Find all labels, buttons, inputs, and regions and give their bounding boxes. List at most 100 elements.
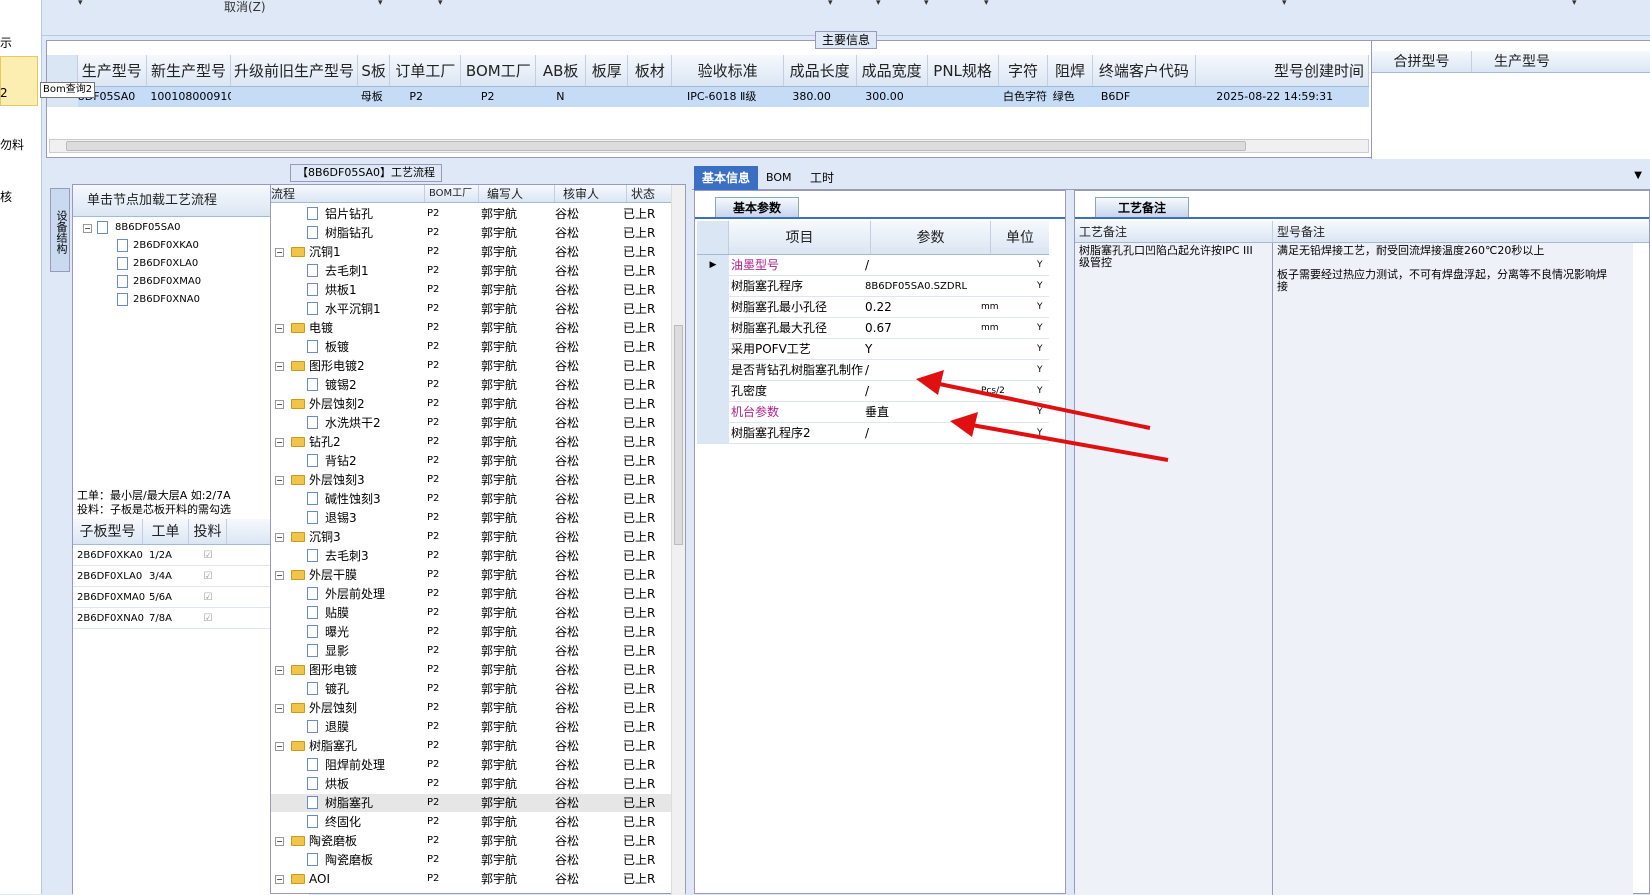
column-header[interactable]: 新生产型号 bbox=[147, 55, 232, 86]
column-header[interactable]: 工单 bbox=[143, 519, 189, 544]
chevron-down-icon[interactable]: ▾ bbox=[828, 0, 833, 8]
process-row[interactable]: − AOI P2 郭宇航 谷松 已上R bbox=[271, 870, 671, 888]
column-header[interactable]: 子板型号 bbox=[73, 519, 143, 544]
chevron-down-icon[interactable]: ▾ bbox=[378, 0, 383, 8]
process-row[interactable]: − 沉铜1 P2 郭宇航 谷松 已上R bbox=[271, 243, 671, 261]
process-row[interactable]: − 外层蚀刻 P2 郭宇航 谷松 已上R bbox=[271, 699, 671, 717]
chevron-down-icon[interactable]: ▾ bbox=[984, 0, 989, 8]
collapse-icon[interactable]: − bbox=[275, 875, 284, 884]
param-row[interactable]: ▶ 油墨型号 / Y bbox=[697, 255, 1049, 276]
column-header[interactable]: 参数 bbox=[871, 221, 991, 254]
left-nav-item[interactable]: 勿料 bbox=[0, 136, 24, 153]
collapse-icon[interactable]: − bbox=[275, 571, 284, 580]
column-header[interactable]: 单位 bbox=[991, 221, 1049, 254]
process-row[interactable]: − 沉铜3 P2 郭宇航 谷松 已上R bbox=[271, 528, 671, 546]
collapse-icon[interactable]: − bbox=[275, 248, 284, 257]
horizontal-scrollbar[interactable] bbox=[49, 139, 1369, 153]
param-row[interactable]: 树脂塞孔程序2 / Y bbox=[697, 423, 1049, 444]
cell[interactable]: 300.00 bbox=[857, 87, 928, 107]
process-row[interactable]: 碱性蚀刻3 P2 郭宇航 谷松 已上R bbox=[271, 490, 671, 508]
process-row[interactable]: − 钻孔2 P2 郭宇航 谷松 已上R bbox=[271, 433, 671, 451]
process-row[interactable]: 水平沉铜1 P2 郭宇航 谷松 已上R bbox=[271, 300, 671, 318]
column-header[interactable]: 成品长度 bbox=[784, 55, 857, 86]
param-row[interactable]: 树脂塞孔最小孔径 0.22 mm Y bbox=[697, 297, 1049, 318]
cell[interactable]: 母板 bbox=[357, 87, 390, 107]
process-row[interactable]: 树脂钻孔 P2 郭宇航 谷松 已上R bbox=[271, 224, 671, 242]
cell[interactable]: 白色字符 bbox=[999, 87, 1049, 107]
param-row[interactable]: 树脂塞孔程序 8B6DF05SA0.SZDRL Y bbox=[697, 276, 1049, 297]
column-header[interactable]: BOM工厂 bbox=[425, 185, 479, 202]
collapse-icon[interactable]: − bbox=[275, 704, 284, 713]
left-nav-item[interactable]: 2 bbox=[0, 86, 8, 100]
collapse-icon[interactable]: − bbox=[275, 362, 284, 371]
process-note-cell[interactable]: 树脂塞孔孔口凹陷凸起允许按IPC III级管控 bbox=[1075, 243, 1273, 895]
tab-process-remarks[interactable]: 工艺备注 bbox=[1095, 197, 1189, 217]
param-row[interactable]: 树脂塞孔最大孔径 0.67 mm Y bbox=[697, 318, 1049, 339]
left-nav-item[interactable]: 示 bbox=[0, 34, 12, 51]
cell[interactable]: 2025-08-22 14:59:31 bbox=[1196, 87, 1369, 107]
process-row[interactable]: 显影 P2 郭宇航 谷松 已上R bbox=[271, 642, 671, 660]
chevron-down-icon[interactable]: ▾ bbox=[924, 0, 929, 8]
model-note-cell[interactable]: 满足无铅焊接工艺，耐受回流焊接温度260℃20秒以上 板子需要经过热应力测试，不… bbox=[1273, 243, 1633, 895]
column-header[interactable]: AB板 bbox=[536, 55, 587, 86]
scrollbar-thumb[interactable] bbox=[674, 325, 683, 545]
process-row[interactable]: 烘板1 P2 郭宇航 谷松 已上R bbox=[271, 281, 671, 299]
tab-device-structure[interactable]: 设备结构 bbox=[50, 188, 70, 272]
process-row[interactable]: − 陶瓷磨板 P2 郭宇航 谷松 已上R bbox=[271, 832, 671, 850]
cell[interactable] bbox=[928, 87, 999, 107]
column-header[interactable]: 阻焊 bbox=[1048, 55, 1093, 86]
process-row[interactable]: − 图形电镀 P2 郭宇航 谷松 已上R bbox=[271, 661, 671, 679]
collapse-icon[interactable]: − bbox=[275, 837, 284, 846]
cell[interactable]: IPC-6018 Ⅱ级 bbox=[673, 87, 784, 107]
collapse-icon[interactable]: − bbox=[275, 400, 284, 409]
process-row[interactable]: 铝片钻孔 P2 郭宇航 谷松 已上R bbox=[271, 205, 671, 223]
column-header[interactable]: 投料 bbox=[189, 519, 227, 544]
column-header[interactable]: 成品宽度 bbox=[857, 55, 928, 86]
process-row[interactable]: 烘板 P2 郭宇航 谷松 已上R bbox=[271, 775, 671, 793]
process-row[interactable]: − 外层干膜 P2 郭宇航 谷松 已上R bbox=[271, 566, 671, 584]
cancel-button[interactable]: 取消(Z) bbox=[224, 0, 266, 15]
checkbox[interactable]: ☑ bbox=[189, 587, 227, 607]
column-header[interactable]: 核审人 bbox=[555, 185, 627, 202]
tab-basic-params[interactable]: 基本参数 bbox=[715, 197, 799, 217]
column-header[interactable]: 状态 bbox=[627, 185, 671, 202]
process-row[interactable]: − 树脂塞孔 P2 郭宇航 谷松 已上R bbox=[271, 737, 671, 755]
column-header[interactable]: 工艺备注 bbox=[1075, 221, 1273, 242]
process-row[interactable]: 退膜 P2 郭宇航 谷松 已上R bbox=[271, 718, 671, 736]
process-row[interactable]: 退锡3 P2 郭宇航 谷松 已上R bbox=[271, 509, 671, 527]
chevron-down-icon[interactable]: ▾ bbox=[438, 0, 443, 8]
param-row[interactable]: 采用POFV工艺 Y Y bbox=[697, 339, 1049, 360]
param-row[interactable]: 机台参数 垂直 Y bbox=[697, 402, 1049, 423]
column-header[interactable]: 板厚 bbox=[586, 55, 629, 86]
column-header[interactable]: S板 bbox=[358, 55, 391, 86]
chevron-down-icon[interactable]: ▾ bbox=[876, 0, 881, 8]
collapse-icon[interactable]: − bbox=[83, 224, 92, 233]
process-row[interactable]: 陶瓷磨板 P2 郭宇航 谷松 已上R bbox=[271, 851, 671, 869]
column-header[interactable]: 型号备注 bbox=[1273, 221, 1633, 242]
chevron-down-icon[interactable]: ▾ bbox=[78, 0, 83, 8]
vertical-scrollbar[interactable] bbox=[671, 185, 685, 895]
cell[interactable] bbox=[231, 87, 357, 107]
checkbox[interactable]: ☑ bbox=[189, 545, 227, 565]
column-header[interactable]: 字符 bbox=[999, 55, 1049, 86]
process-row[interactable]: 水洗烘干2 P2 郭宇航 谷松 已上R bbox=[271, 414, 671, 432]
cell[interactable] bbox=[587, 87, 629, 107]
process-row[interactable]: − 外层蚀刻3 P2 郭宇航 谷松 已上R bbox=[271, 471, 671, 489]
chevron-down-icon[interactable]: ▾ bbox=[1282, 0, 1287, 8]
cell[interactable]: P2 bbox=[389, 87, 461, 107]
process-row[interactable]: 外层前处理 P2 郭宇航 谷松 已上R bbox=[271, 585, 671, 603]
process-row[interactable]: 镀锡2 P2 郭宇航 谷松 已上R bbox=[271, 376, 671, 394]
process-row[interactable]: − 图形电镀2 P2 郭宇航 谷松 已上R bbox=[271, 357, 671, 375]
column-header[interactable]: 升级前旧生产型号 bbox=[231, 55, 358, 86]
collapse-icon[interactable]: − bbox=[275, 476, 284, 485]
cell[interactable]: P2 bbox=[461, 87, 536, 107]
scrollbar-thumb[interactable] bbox=[66, 141, 1246, 151]
tab-bom[interactable]: BOM bbox=[766, 166, 792, 190]
cell[interactable]: B6DF bbox=[1093, 87, 1196, 107]
process-row[interactable]: − 电镀 P2 郭宇航 谷松 已上R bbox=[271, 319, 671, 337]
collapse-icon[interactable]: − bbox=[275, 438, 284, 447]
column-header[interactable]: BOM工厂 bbox=[461, 55, 537, 86]
process-row[interactable]: 阻焊前处理 P2 郭宇航 谷松 已上R bbox=[271, 756, 671, 774]
column-header[interactable]: 生产型号 bbox=[1472, 51, 1572, 72]
checkbox[interactable]: ☑ bbox=[189, 608, 227, 628]
